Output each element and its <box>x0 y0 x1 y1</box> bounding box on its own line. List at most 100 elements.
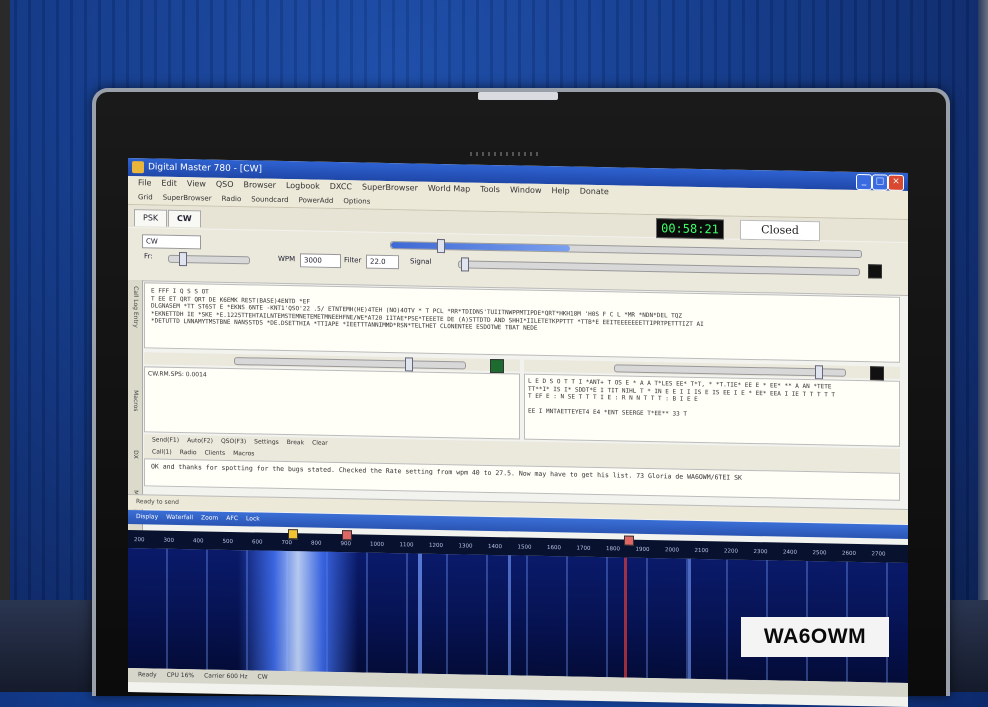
waterfall-tool-2[interactable]: Zoom <box>201 514 218 521</box>
menu-item-2[interactable]: View <box>187 179 206 188</box>
toolbar-item-1[interactable]: SuperBrowser <box>163 194 212 203</box>
waterfall-tool-3[interactable]: AFC <box>226 515 238 522</box>
scale-tick: 400 <box>193 538 204 545</box>
wpm-label: WPM <box>278 254 296 264</box>
signal-label: Signal <box>410 257 432 266</box>
menu-item-3[interactable]: QSO <box>216 180 234 189</box>
maximize-button[interactable]: □ <box>872 174 888 191</box>
tx-marker-line <box>624 557 627 678</box>
status-item-1[interactable]: CPU 16% <box>167 672 194 680</box>
laptop-latch <box>478 92 558 100</box>
macro2-button-2[interactable]: Clients <box>205 449 226 456</box>
tab-cw[interactable]: CW <box>168 209 201 228</box>
status-item-0[interactable]: Ready <box>138 671 157 678</box>
left-decoder-pane[interactable]: CW.RM.SPS: 0.0014 <box>144 366 520 440</box>
freq-slider[interactable] <box>168 251 250 267</box>
scale-tick: 200 <box>134 537 145 544</box>
menu-item-0[interactable]: File <box>138 178 151 187</box>
signal-trace-main <box>238 550 358 673</box>
scale-tick: 2100 <box>694 547 709 555</box>
menu-item-11[interactable]: Help <box>551 186 569 195</box>
macro-button-3[interactable]: Settings <box>254 438 279 445</box>
left-decoder-slider[interactable] <box>234 357 466 372</box>
window-title: Digital Master 780 - [CW] <box>148 162 262 175</box>
rx-marker-1[interactable] <box>288 529 298 540</box>
macro-button-2[interactable]: QSO(F3) <box>221 438 246 445</box>
waterfall-tool-1[interactable]: Waterfall <box>166 514 193 522</box>
status-box: Closed <box>740 219 820 242</box>
scale-tick: 800 <box>311 540 322 547</box>
macro-button-5[interactable]: Clear <box>312 440 328 447</box>
scale-tick: 1300 <box>458 543 473 550</box>
left-decoder-text: CW.RM.SPS: 0.0014 <box>148 370 207 379</box>
scale-tick: 2500 <box>812 550 827 557</box>
scale-tick: 900 <box>340 541 352 548</box>
right-edge <box>978 0 988 692</box>
filter-field[interactable]: 3000 <box>300 253 341 269</box>
left-decoder-afc[interactable] <box>490 358 504 374</box>
status-item-2[interactable]: Carrier 600 Hz <box>204 672 247 680</box>
level-indicator <box>868 264 882 279</box>
sidebar-dx[interactable]: DX <box>132 450 139 459</box>
scale-tick: 1200 <box>429 542 443 550</box>
right-decoder-slider[interactable] <box>614 364 846 380</box>
scale-tick: 1800 <box>606 546 620 553</box>
squelch-slider[interactable] <box>390 238 862 259</box>
receive-pane[interactable]: E FFF I Q S S OT T EE ET QRT QRT DE K6EMK… <box>144 282 900 363</box>
wpm-field[interactable]: 22.0 <box>366 254 399 270</box>
scale-tick: 2300 <box>753 549 768 556</box>
right-decoder-afc[interactable] <box>870 366 884 381</box>
menu-item-9[interactable]: Tools <box>480 185 500 194</box>
menu-item-5[interactable]: Logbook <box>286 181 320 191</box>
rx-marker-3[interactable] <box>624 535 634 546</box>
scale-tick: 1700 <box>576 545 591 552</box>
scale-tick: 700 <box>281 539 293 547</box>
scale-tick: 1500 <box>517 544 532 551</box>
webcam <box>470 152 540 156</box>
macro2-button-1[interactable]: Radio <box>180 449 197 456</box>
toolbar-item-3[interactable]: Soundcard <box>251 195 288 204</box>
scale-tick: 1000 <box>370 541 384 548</box>
scale-tick: 300 <box>163 537 175 544</box>
menu-item-4[interactable]: Browser <box>244 180 276 190</box>
waterfall-tool-4[interactable]: Lock <box>246 515 260 522</box>
menu-item-10[interactable]: Window <box>510 185 542 195</box>
minimize-button[interactable]: _ <box>856 173 872 191</box>
toolbar-item-0[interactable]: Grid <box>138 193 153 201</box>
macro-button-4[interactable]: Break <box>287 439 304 446</box>
rx-marker-2[interactable] <box>342 530 352 541</box>
scale-tick: 600 <box>252 539 263 546</box>
tab-psk[interactable]: PSK <box>134 209 168 227</box>
signal-trace-2 <box>418 553 422 674</box>
scale-tick: 2400 <box>783 549 797 556</box>
macro2-button-3[interactable]: Macros <box>233 450 254 457</box>
waterfall-tool-0[interactable]: Display <box>136 513 158 520</box>
menu-item-8[interactable]: World Map <box>428 184 470 194</box>
waterfall-display[interactable] <box>128 548 908 683</box>
signal-trace-3 <box>508 555 511 676</box>
scale-tick: 1400 <box>488 543 502 551</box>
macro-button-0[interactable]: Send(F1) <box>152 436 179 444</box>
right-decoder-pane[interactable]: L E D S O T T I *ANT+ T OS E * A A T*LES… <box>524 373 900 447</box>
menu-item-12[interactable]: Donate <box>580 187 609 197</box>
mode-field[interactable]: CW <box>142 234 201 250</box>
scale-tick: 500 <box>222 538 234 546</box>
macro2-button-0[interactable]: Call(1) <box>152 448 172 455</box>
close-button[interactable]: × <box>888 174 904 191</box>
scale-tick: 2700 <box>871 551 886 558</box>
menu-item-6[interactable]: DXCC <box>330 182 352 191</box>
filter-label: Filter <box>344 256 362 265</box>
menu-item-1[interactable]: Edit <box>161 179 177 188</box>
toolbar-item-5[interactable]: Options <box>343 197 370 206</box>
toolbar-item-2[interactable]: Radio <box>222 195 242 203</box>
sidebar-call-log[interactable]: Call Log Entry <box>132 286 139 328</box>
scale-tick: 2600 <box>842 550 856 557</box>
level-slider[interactable] <box>458 257 860 277</box>
macro-button-1[interactable]: Auto(F2) <box>187 437 213 444</box>
sidebar-macros[interactable]: Macros <box>132 390 139 411</box>
utc-clock: 00:58:21 <box>656 218 724 240</box>
menu-item-7[interactable]: SuperBrowser <box>362 182 418 192</box>
app-icon <box>132 161 144 174</box>
toolbar-item-4[interactable]: PowerAdd <box>299 196 334 205</box>
status-item-3[interactable]: CW <box>258 673 268 680</box>
